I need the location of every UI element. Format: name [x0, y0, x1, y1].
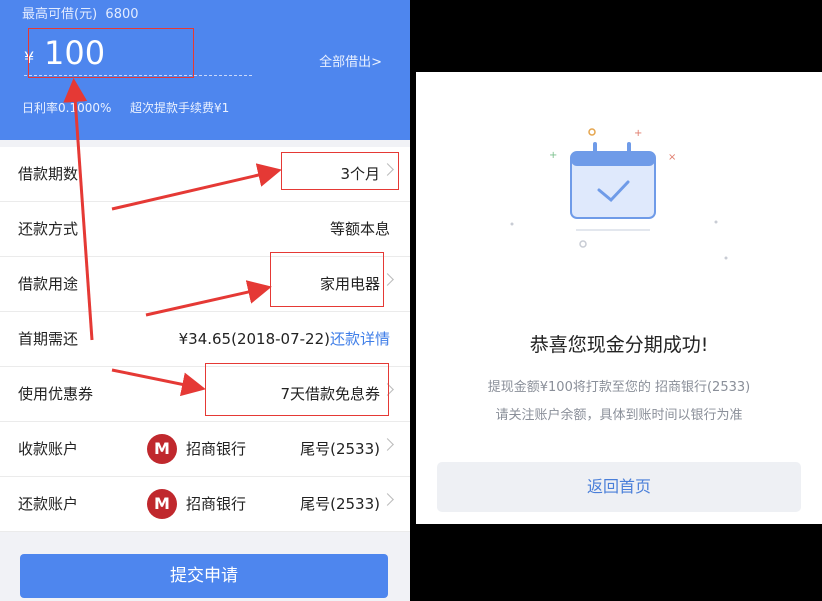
arrow-to-purpose — [145, 280, 272, 317]
success-message-line1: 提现金额¥100将打款至您的 招商银行(2533) — [487, 380, 751, 395]
svg-text:+: + — [634, 128, 642, 139]
calendar-icon — [570, 142, 656, 219]
success-screen: + + × 恭喜您现金分期成功! 提现金额¥100将打款至您的 招商银行(253… — [416, 72, 822, 524]
annotation-arrows — [63, 78, 282, 397]
calendar-success-illustration: + + × — [510, 128, 728, 260]
loan-application-screen: 最高可借(元) 6800 ¥ 100 全部借出> 日利率0.1000% 超次提款… — [0, 0, 410, 601]
svg-text:×: × — [668, 152, 676, 163]
arrow-to-coupon — [111, 368, 206, 397]
return-home-button[interactable]: 返回首页 — [437, 462, 801, 512]
success-title: 恭喜您现金分期成功! — [529, 334, 709, 356]
arrow-to-term — [111, 163, 282, 211]
svg-text:+: + — [549, 150, 557, 161]
arrow-to-amount — [63, 78, 94, 341]
success-message-line2: 请关注账户余额，具体到账时间以银行为准 — [495, 408, 743, 423]
